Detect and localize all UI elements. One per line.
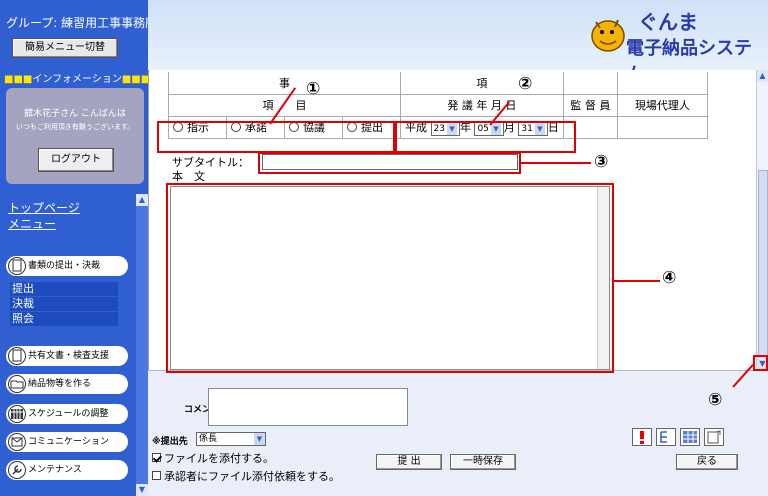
user-thanks: いつもご利用頂き有難うございます。 [15,123,135,131]
nav-label: スケジュールの調整 [28,409,109,419]
col-jiko-right-cell: 項 [400,72,564,95]
shared-document-icon [8,347,26,365]
folder-icon [8,375,26,393]
nav-communication[interactable]: コミュニケーション [6,432,128,452]
simple-menu-toggle-button[interactable]: 簡易メニュー切替 [12,38,118,58]
document-icon [8,257,26,275]
attach-file-label: ファイルを添付する。 [164,452,274,465]
information-header-label: インフォメーション [32,74,122,85]
annotation-box-1 [157,121,395,153]
tree-structure-icon[interactable] [656,428,676,446]
information-header: ■■■インフォメーション■■■ [4,74,151,85]
main-scroll-up-icon[interactable]: ▲ [757,70,768,82]
col-jiko-left: 事 [279,76,290,90]
nav-deliverables[interactable]: 納品物等を作る [6,374,128,394]
spreadsheet-icon[interactable] [680,428,700,446]
annotation-box-4 [166,183,614,373]
col-date: 発 議 年 月 日 [400,93,564,117]
top-menu-link-line2: メニュー [8,217,57,231]
nav-label: メンテナンス [28,465,82,475]
mail-icon [8,433,26,451]
nav-label: 共有文書・検査支援 [28,351,110,361]
chevron-down-icon: ▼ [254,433,265,445]
annotation-leader-4 [614,280,660,282]
main-scrollbar[interactable]: ▲ ▼ [756,70,768,380]
subnav-inquiry[interactable]: 照会 [10,312,118,326]
annotation-leader-3 [521,162,591,164]
nav-shared-documents[interactable]: 共有文書・検査支援 [6,346,128,366]
nav-label: 納品物等を作る [28,379,92,389]
main-scroll-thumb[interactable] [758,170,768,380]
attach-file-row[interactable]: ファイルを添付する。 [152,450,274,466]
destination-select[interactable]: 係長 ▼ [196,432,266,446]
nav-label: 書類の提出・決裁 [28,261,101,271]
body-label: 本 文 [172,170,205,183]
request-attach-checkbox[interactable] [152,471,161,480]
alert-icon[interactable] [632,428,652,446]
user-panel: 舘木花子さん こんばんは いつもご利用頂き有難うございます。 ログアウト [6,88,144,184]
subnav-approve[interactable]: 決裁 [10,297,118,311]
nav-maintenance[interactable]: メンテナンス [6,460,128,480]
subnav-submit[interactable]: 提出 [10,282,118,296]
memo-icon[interactable] [704,428,724,446]
callout-2: ② [518,74,533,94]
submit-button[interactable]: 提 出 [376,454,442,470]
nav-schedule[interactable]: スケジュールの調整 [6,404,128,424]
annotation-box-2 [395,121,576,153]
comment-textarea[interactable] [208,388,408,426]
destination-label: ※提出先 [152,437,188,447]
callout-1: ① [306,79,321,99]
request-attach-label: 承認者にファイル添付依頼をする。 [164,470,340,483]
logout-button[interactable]: ログアウト [38,148,114,172]
annotation-box-3 [258,152,521,174]
nav-document-submit[interactable]: 書類の提出・決裁 [6,256,128,276]
calendar-icon [8,405,26,423]
annotation-box-5 [753,355,768,371]
sidebar-scrollbar[interactable]: ▲ ▼ [136,194,148,496]
attach-file-checkbox[interactable] [152,453,161,462]
temp-save-button[interactable]: 一時保存 [450,454,516,470]
nav-label: コミュニケーション [28,437,109,447]
callout-5: ⑤ [708,390,723,410]
top-menu-link[interactable]: トップページ メニュー [8,200,80,232]
back-button[interactable]: 戻る [676,454,738,470]
request-attach-row[interactable]: 承認者にファイル添付依頼をする。 [152,468,340,484]
app-logo: ぐんま 電子納品システム [586,4,762,85]
logo-title-line1: ぐんま [638,10,698,34]
callout-4: ④ [662,268,677,288]
sidebar-scroll-up-icon[interactable]: ▲ [136,194,148,206]
sidebar: グループ: 練習用工事事務所(工事) 簡易メニュー切替 ■■■インフォメーション… [0,0,191,496]
top-menu-link-line1: トップページ [8,201,80,215]
col-supervisor: 監 督 員 [562,93,618,117]
sidebar-scroll-down-icon[interactable]: ▼ [136,484,148,496]
callout-3: ③ [594,152,609,172]
wrench-icon [8,461,26,479]
col-site-representative: 現場代理人 [616,93,708,117]
col-jiko-right: 項 [476,76,488,90]
user-greeting: 舘木花子さん こんばんは [24,109,126,119]
destination-value: 係長 [199,434,218,444]
